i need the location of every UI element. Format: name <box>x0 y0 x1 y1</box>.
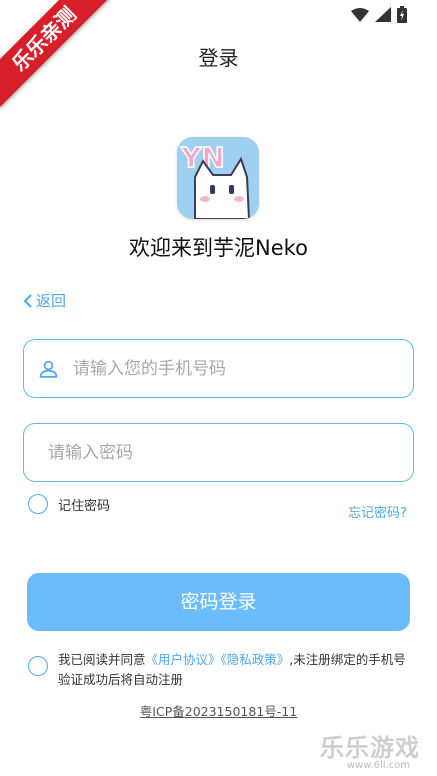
remember-radio[interactable] <box>28 494 48 514</box>
agreement-row: 我已阅读并同意《用户协议》《隐私政策》,未注册绑定的手机号验证成功后将自动注册 <box>28 650 408 690</box>
welcome-text: 欢迎来到芋泥Neko <box>129 236 308 260</box>
user-icon <box>39 360 58 378</box>
user-agreement-link[interactable]: 《用户协议》 <box>146 652 221 667</box>
password-login-button[interactable]: 密码登录 <box>27 573 410 631</box>
remember-password[interactable]: 记住密码 <box>28 494 110 514</box>
agreement-radio[interactable] <box>28 656 48 676</box>
agreement-prefix: 我已阅读并同意 <box>58 652 146 667</box>
icp-link[interactable]: 粤ICP备2023150181号-11 <box>0 701 437 720</box>
status-icons <box>351 6 407 23</box>
wifi-icon <box>351 7 369 22</box>
signal-icon <box>375 7 391 22</box>
battery-icon <box>397 6 407 23</box>
app-logo: YN <box>177 137 259 219</box>
cat-mascot-icon: YN <box>177 137 259 219</box>
password-input[interactable] <box>48 442 413 463</box>
page-title: 登录 <box>198 46 239 70</box>
phone-field[interactable] <box>23 339 414 398</box>
phone-input[interactable] <box>72 358 413 379</box>
privacy-policy-link[interactable]: 《隐私政策》 <box>221 652 290 667</box>
remember-label: 记住密码 <box>58 498 111 514</box>
forgot-password-link[interactable]: 忘记密码? <box>348 502 407 521</box>
site-watermark: 乐乐游戏 www.6ll.com <box>320 728 437 776</box>
chevron-left-icon <box>23 293 32 308</box>
back-label: 返回 <box>36 292 67 310</box>
password-field[interactable] <box>23 423 414 482</box>
watermark-text: 乐乐游戏 <box>320 734 420 762</box>
agreement-text: 我已阅读并同意《用户协议》《隐私政策》,未注册绑定的手机号验证成功后将自动注册 <box>58 650 408 690</box>
back-link[interactable]: 返回 <box>23 290 66 311</box>
